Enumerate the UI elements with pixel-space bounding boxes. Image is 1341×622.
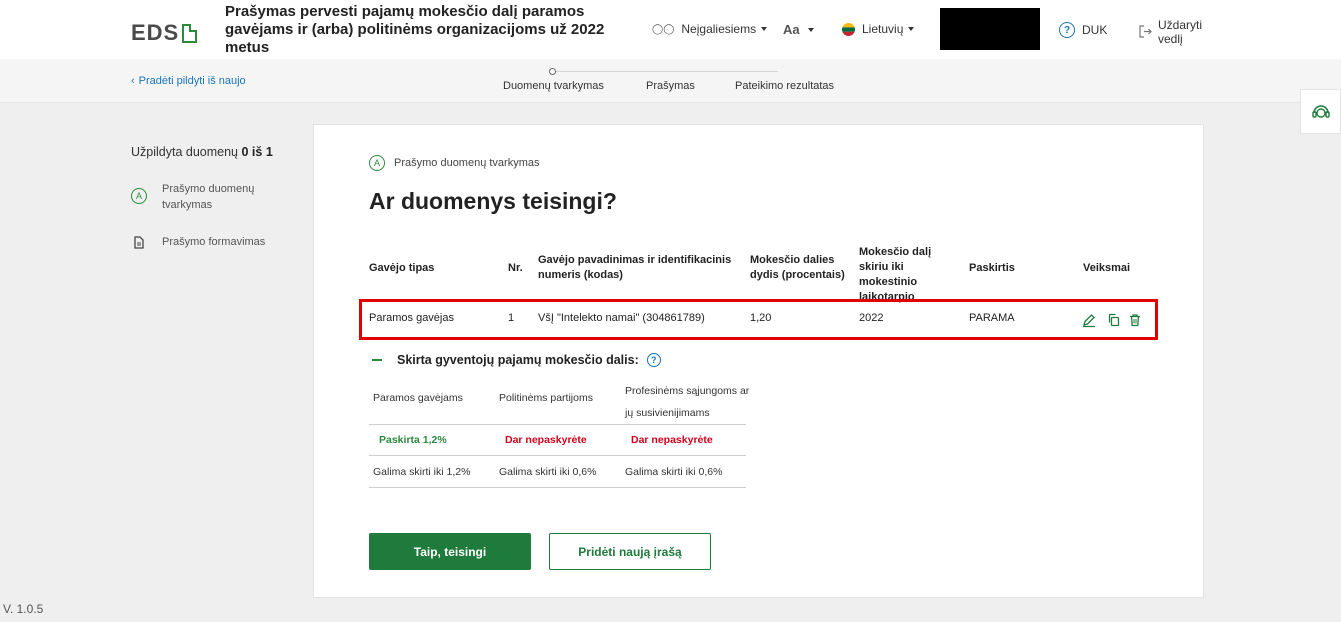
restart-label: Pradėti pildyti iš naujo: [138, 75, 246, 87]
chevron-down-icon: [761, 27, 768, 31]
copy-icon[interactable]: [1106, 312, 1122, 328]
page-heading: Ar duomenys teisingi?: [369, 188, 617, 214]
main-card: A Prašymo duomenų tvarkymas Ar duomenys …: [313, 124, 1204, 598]
step-data-management: Duomenų tvarkymas: [503, 80, 604, 92]
allocation-status: Paskirta 1,2%: [379, 434, 447, 446]
faq-label: DUK: [1082, 23, 1108, 37]
sidebar-item-label: Prašymo duomenų tvarkymas: [162, 183, 255, 211]
support-widget[interactable]: [1300, 89, 1341, 134]
confirm-button[interactable]: Taip, teisingi: [369, 533, 531, 570]
page-title: Prašymas pervesti pajamų mokesčio dalį p…: [225, 3, 605, 56]
step-a-icon: A: [131, 188, 147, 204]
version-label: V. 1.0.5: [3, 602, 44, 616]
column-header: Mokesčio dalį skiriu iki mokestinio laik…: [859, 246, 932, 303]
allocation-divider: [369, 424, 746, 425]
table-cell: Paramos gavėjas: [369, 312, 454, 324]
add-record-button[interactable]: Pridėti naują įrašą: [549, 533, 711, 570]
allocation-limit: Galima skirti iki 0,6%: [499, 466, 597, 478]
table-cell: 1,20: [750, 312, 772, 324]
progress-summary: Užpildyta duomenų 0 iš 1: [131, 145, 273, 159]
section-breadcrumb: A Prašymo duomenų tvarkymas: [369, 155, 540, 171]
stepper-line: [552, 71, 778, 72]
edit-icon[interactable]: [1081, 312, 1097, 328]
close-wizard-link[interactable]: Uždaryti vedlį: [1139, 18, 1214, 46]
logo-text: EDS: [131, 20, 180, 45]
sidebar-item-request-forming[interactable]: Prašymo formavimas: [131, 234, 265, 250]
sidebar-item-data-management[interactable]: A Prašymo duomenų tvarkymas: [131, 181, 272, 213]
table-cell: 2022: [859, 312, 884, 324]
progress-label: Užpildyta duomenų: [131, 145, 239, 159]
allocation-status: Dar nepaskyrėte: [505, 434, 587, 446]
allocation-column-header: Profesinėms sąjungoms ar jų susivienijim…: [625, 385, 750, 419]
chevron-left-icon: ‹: [131, 75, 135, 87]
allocation-status: Dar nepaskyrėte: [631, 434, 713, 446]
allocation-divider: [369, 455, 746, 456]
document-icon: [134, 236, 144, 249]
top-header: EDS Prašymas pervesti pajamų mokesčio da…: [0, 0, 1341, 59]
allocation-limit: Galima skirti iki 0,6%: [625, 466, 723, 478]
chevron-down-icon: [807, 27, 814, 32]
lithuania-flag-icon: [842, 22, 855, 36]
stepper-current-dot: [549, 68, 556, 75]
allocation-divider: [369, 487, 746, 488]
column-header: Paskirtis: [969, 262, 1015, 274]
step-a-icon: A: [369, 155, 385, 171]
language-menu[interactable]: Lietuvių: [842, 22, 915, 36]
redacted-user-area: [940, 8, 1040, 50]
language-label: Lietuvių: [862, 22, 904, 36]
chevron-down-icon: [908, 27, 915, 31]
collapse-icon: [372, 359, 382, 361]
accessibility-menu[interactable]: ◯◯ Neįgaliesiems: [652, 22, 768, 36]
column-header: Gavėjo pavadinimas ir identifikacinis nu…: [538, 254, 732, 281]
close-wizard-label: Uždaryti vedlį: [1158, 18, 1203, 46]
sidebar-item-label: Prašymo formavimas: [162, 236, 266, 248]
allocation-limit: Galima skirti iki 1,2%: [373, 466, 471, 478]
allocation-column-header: Paramos gavėjams: [373, 392, 463, 404]
progress-bar: ‹ Pradėti pildyti iš naujo Duomenų tvarky…: [0, 59, 1341, 103]
column-header: Nr.: [508, 262, 523, 274]
question-icon[interactable]: ?: [646, 353, 661, 367]
trash-icon[interactable]: [1127, 312, 1143, 328]
font-size-label: Aa: [783, 22, 800, 37]
allocation-column-header: Politinėms partijoms: [499, 392, 593, 404]
table-cell: PARAMA: [969, 312, 1015, 324]
column-header: Mokesčio dalies dydis (procentais): [750, 254, 845, 281]
eds-logo[interactable]: EDS: [131, 20, 198, 46]
exit-icon: [1139, 25, 1152, 38]
breadcrumb-label: Prašymo duomenų tvarkymas: [394, 157, 540, 169]
faq-link[interactable]: ? DUK: [1059, 22, 1107, 38]
table-cell: 1: [508, 312, 515, 324]
font-size-menu[interactable]: Aa: [783, 22, 814, 37]
allocation-toggle[interactable]: Skirta gyventojų pajamų mokesčio dalis: …: [372, 353, 661, 367]
step-result: Pateikimo rezultatas: [735, 80, 835, 92]
restart-link[interactable]: ‹ Pradėti pildyti iš naujo: [131, 75, 246, 87]
table-cell: VšĮ "Intelekto namai" (304861789): [538, 312, 705, 324]
step-request: Prašymas: [646, 80, 695, 92]
headset-icon: [1311, 104, 1330, 118]
column-header: Veiksmai: [1083, 262, 1131, 274]
glasses-icon: ◯◯: [652, 23, 675, 35]
question-icon: ?: [1059, 22, 1075, 38]
progress-value: 0 iš 1: [241, 145, 273, 159]
allocation-title: Skirta gyventojų pajamų mokesčio dalis:: [397, 353, 639, 367]
accessibility-label: Neįgaliesiems: [681, 22, 757, 36]
column-header: Gavėjo tipas: [369, 262, 435, 274]
logo-document-icon: [182, 23, 198, 43]
